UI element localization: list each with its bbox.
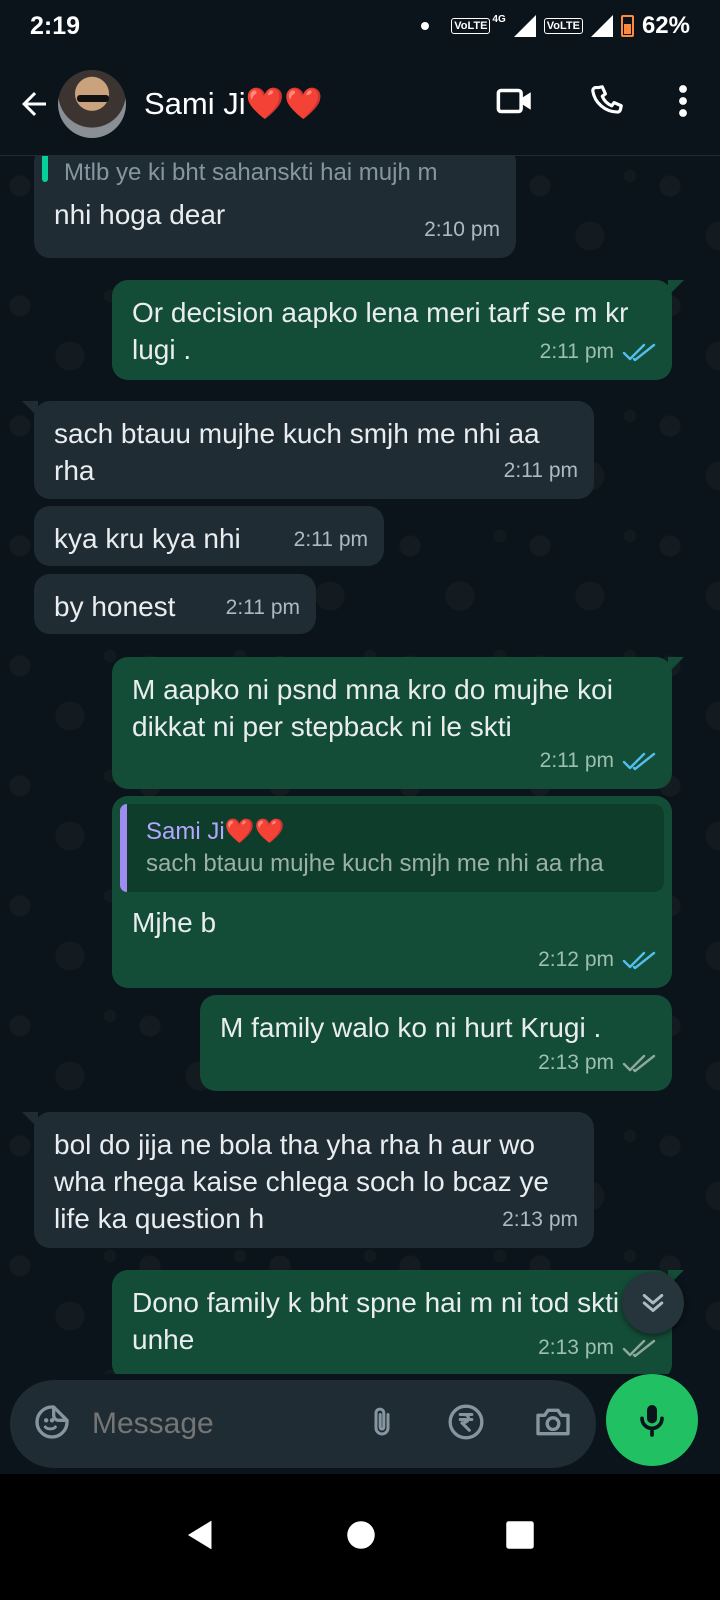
sticker-icon[interactable] [32,1402,72,1447]
system-nav-bar [0,1474,720,1600]
status-icons: VoLTE 4G VoLTE 62% [421,12,690,40]
voice-call-icon[interactable] [588,82,626,125]
message-bubble-incoming[interactable]: Mtlb ye ki bht sahanskti hai mujh m nhi … [34,156,516,258]
message-bubble-incoming[interactable]: kya kru kya nhi 2:11 pm [34,506,384,566]
read-ticks-icon [622,752,656,770]
message-text: M aapko ni psnd mna kro do mujhe koi dik… [132,674,613,742]
message-bubble-incoming[interactable]: by honest 2:11 pm [34,574,316,634]
message-time: 2:11 pm [225,596,300,619]
signal-icon [513,15,536,37]
message-meta: 2:11 pm [226,589,300,626]
message-time: 2:13 pm [538,1336,614,1359]
back-arrow-icon[interactable] [14,84,54,124]
message-text: sach btauu mujhe kuch smjh me nhi aa rha [54,418,540,486]
battery-icon [620,15,634,37]
message-time: 2:11 pm [539,749,614,772]
message-text: Mjhe b [132,907,217,938]
message-meta: 2:10 pm [424,211,500,248]
composer-bar [0,1374,720,1474]
message-time: 2:10 pm [424,218,500,241]
message-meta: 2:11 pm [540,742,656,779]
attach-icon[interactable] [364,1402,400,1447]
message-time: 2:13 pm [502,1208,578,1231]
message-meta: 2:11 pm [294,521,368,558]
chat-area[interactable]: Mtlb ye ki bht sahanskti hai mujh m nhi … [0,156,720,1374]
read-ticks-icon [622,951,656,969]
message-text: nhi hoga dear [54,199,226,230]
signal-icon-2 [590,15,613,37]
read-ticks-icon [622,343,656,361]
contact-name[interactable]: Sami Ji❤️❤️ [144,85,323,122]
status-bar: 2:19 VoLTE 4G VoLTE 62% [0,0,720,52]
message-meta: 2:12 pm [538,941,656,978]
more-options-icon[interactable] [678,83,688,124]
message-time: 2:12 pm [538,948,614,971]
quoted-reply[interactable]: Sami Ji❤️❤️ sach btauu mujhe kuch smjh m… [120,804,664,892]
rupee-payment-icon[interactable] [446,1402,486,1447]
scroll-to-bottom-button[interactable] [622,1272,684,1334]
quoted-message[interactable]: Mtlb ye ki bht sahanskti hai mujh m [34,156,516,186]
message-bubble-outgoing[interactable]: M aapko ni psnd mna kro do mujhe koi dik… [112,657,684,789]
nav-recents-icon[interactable] [505,1520,535,1555]
message-meta: 2:13 pm [538,1044,656,1081]
reply-text: sach btauu mujhe kuch smjh me nhi aa rha [146,850,604,877]
lte-label: 4G [492,13,506,25]
message-bubble-incoming[interactable]: bol do jija ne bola tha yha rha h aur wo… [22,1112,594,1248]
message-bubble-incoming[interactable]: sach btauu mujhe kuch smjh me nhi aa rha… [22,401,594,499]
video-call-icon[interactable] [494,80,536,127]
reply-sender: Sami Ji❤️❤️ [146,818,285,845]
header-actions [494,80,706,127]
message-meta: 2:13 pm [502,1201,578,1238]
battery-percent: 62% [641,12,690,39]
status-time: 2:19 [30,11,81,40]
message-meta: 2:13 pm [538,1329,656,1366]
message-time: 2:11 pm [539,340,614,363]
notification-dot-icon [421,22,430,30]
voice-record-button[interactable] [606,1374,698,1466]
message-bubble-outgoing-reply[interactable]: Sami Ji❤️❤️ sach btauu mujhe kuch smjh m… [112,796,672,988]
message-bubble-outgoing[interactable]: Dono family k bht spne hai m ni tod skti… [112,1270,684,1374]
message-meta: 2:11 pm [540,333,656,370]
message-time: 2:11 pm [503,459,578,482]
delivered-ticks-icon [622,1054,656,1072]
volte-badge-2: VoLTE [543,18,583,34]
message-input[interactable] [92,1407,322,1441]
double-chevron-down-icon [642,1294,664,1312]
volte-badge: VoLTE [451,18,491,34]
nav-back-icon[interactable] [185,1518,217,1557]
message-time: 2:13 pm [538,1051,614,1074]
message-time: 2:11 pm [293,528,368,551]
message-text: M family walo ko ni hurt Krugi . [220,1012,602,1043]
message-input-pill[interactable] [10,1380,596,1468]
delivered-ticks-icon [622,1339,656,1357]
composer-actions [364,1402,574,1447]
message-meta: 2:11 pm [504,452,578,489]
message-bubble-outgoing[interactable]: M family walo ko ni hurt Krugi . 2:13 pm [200,995,672,1091]
quoted-text: Mtlb ye ki bht sahanskti hai mujh m [64,159,438,186]
mic-icon [640,1405,664,1437]
message-text: bol do jija ne bola tha yha rha h aur wo… [54,1129,549,1234]
avatar[interactable] [58,69,126,138]
nav-home-icon[interactable] [346,1520,376,1555]
chat-header: Sami Ji❤️❤️ [0,52,720,156]
message-bubble-outgoing[interactable]: Or decision aapko lena meri tarf se m kr… [112,280,684,380]
camera-icon[interactable] [532,1402,574,1447]
